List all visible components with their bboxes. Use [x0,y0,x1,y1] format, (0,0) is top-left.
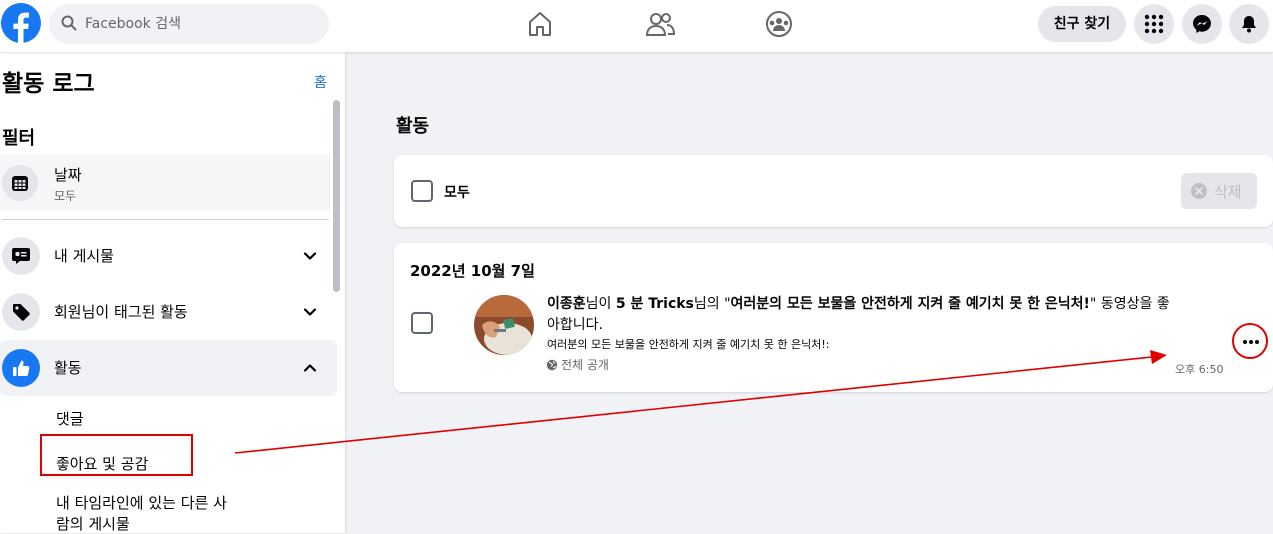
activity-time: 오후 6:50 [1175,363,1224,376]
home-nav-icon[interactable] [522,8,558,40]
select-all-label: 모두 [444,185,470,201]
chevron-down-icon [303,308,317,316]
more-dot [1243,340,1247,344]
activity-card: 2022년 10월 7일 이종훈님이 5 분 Tricks님의 "여러분의 모든… [394,243,1273,392]
calendar-icon [2,165,38,201]
messenger-button[interactable] [1182,4,1222,44]
post-bubble-icon [2,237,40,275]
privacy-label: 전체 공개 [561,358,609,372]
activity-text: 님이 [585,296,616,312]
globe-icon [546,359,558,371]
activity-text: 님의 " [693,296,731,312]
chevron-down-icon [303,252,317,260]
top-navigation-bar: 친구 찾기 [0,0,1273,52]
sidebar-divider [2,219,329,220]
more-dot [1255,340,1259,344]
facebook-logo-icon[interactable] [1,3,41,43]
sidebar-title: 활동 로그 [2,71,95,97]
sidebar-item-label: 내 게시물 [54,247,114,265]
activity-checkbox[interactable] [411,312,433,334]
annotation-highlight-box [40,434,193,476]
search-icon [61,15,77,31]
search-input[interactable] [85,4,315,44]
delete-button[interactable]: 삭제 [1181,173,1257,209]
date-filter-value: 모두 [54,189,77,203]
home-link[interactable]: 홈 [314,72,327,92]
bulk-actions-card: 모두 삭제 [394,155,1273,227]
chevron-up-icon [303,364,317,372]
sidebar-item-tagged-activity[interactable]: 회원님이 태그된 활동 [0,284,337,340]
bell-icon [1242,16,1256,33]
close-circle-icon [1191,183,1207,199]
messenger-icon [1193,15,1211,33]
actor-name[interactable]: 이종훈 [547,296,586,312]
more-dot [1249,340,1253,344]
search-box[interactable] [49,4,329,44]
menu-button[interactable] [1134,4,1174,44]
sidebar-item-label: 회원님이 태그된 활동 [54,303,188,321]
privacy-indicator: 전체 공개 [546,356,609,373]
date-filter[interactable]: 날짜 모두 [0,155,330,211]
notifications-button[interactable] [1229,4,1269,44]
groups-nav-icon[interactable] [761,8,797,40]
post-title[interactable]: 여러분의 모든 보물을 안전하게 지켜 줄 예기치 못 한 은닉처! [731,296,1090,312]
activity-text: " 동영상을 좋 [1089,296,1170,312]
date-heading: 2022년 10월 7일 [410,262,535,280]
tag-icon [2,293,40,331]
filter-heading: 필터 [2,128,36,149]
activity-subtitle: 여러분의 모든 보물을 안전하게 지켜 줄 예기치 못 한 은닉처!: [547,338,830,351]
more-options-button[interactable] [1232,323,1268,359]
page-title: 활동 [396,116,430,137]
sidebar-subitem-comments[interactable]: 댓글 [56,408,84,429]
find-friends-button[interactable]: 친구 찾기 [1038,6,1126,42]
sidebar-subitem-others-posts-line2[interactable]: 람의 게시물 [56,513,130,534]
sidebar-item-my-posts[interactable]: 내 게시물 [0,228,337,284]
delete-label: 삭제 [1214,183,1242,201]
friends-nav-icon[interactable] [642,8,678,40]
video-thumbnail[interactable] [474,295,534,355]
sidebar-item-activity[interactable]: 활동 [0,340,337,396]
activity-text: 아합니다. [547,317,603,333]
sidebar-subitem-others-posts-line1[interactable]: 내 타임라인에 있는 다른 사 [56,492,227,513]
page-name[interactable]: 5 분 Tricks [616,296,694,312]
date-filter-label: 날짜 [54,166,82,184]
sidebar-item-label: 활동 [54,359,82,377]
thumbs-up-icon [2,349,40,387]
activity-description: 이종훈님이 5 분 Tricks님의 "여러분의 모든 보물을 안전하게 지켜 … [547,294,1237,336]
grid-menu-icon [1144,14,1164,34]
select-all-checkbox[interactable] [411,180,433,202]
